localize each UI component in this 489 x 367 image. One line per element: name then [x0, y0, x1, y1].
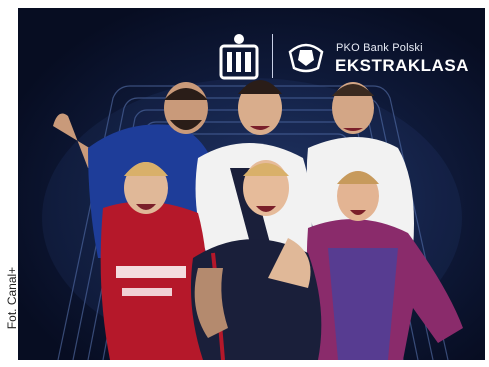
ekstraklasa-poster: PKO Bank Polski EKSTRAKLASA: [18, 8, 485, 360]
players-illustration: [53, 80, 463, 360]
photo-credit-text: Fot. Canal+: [5, 266, 19, 330]
